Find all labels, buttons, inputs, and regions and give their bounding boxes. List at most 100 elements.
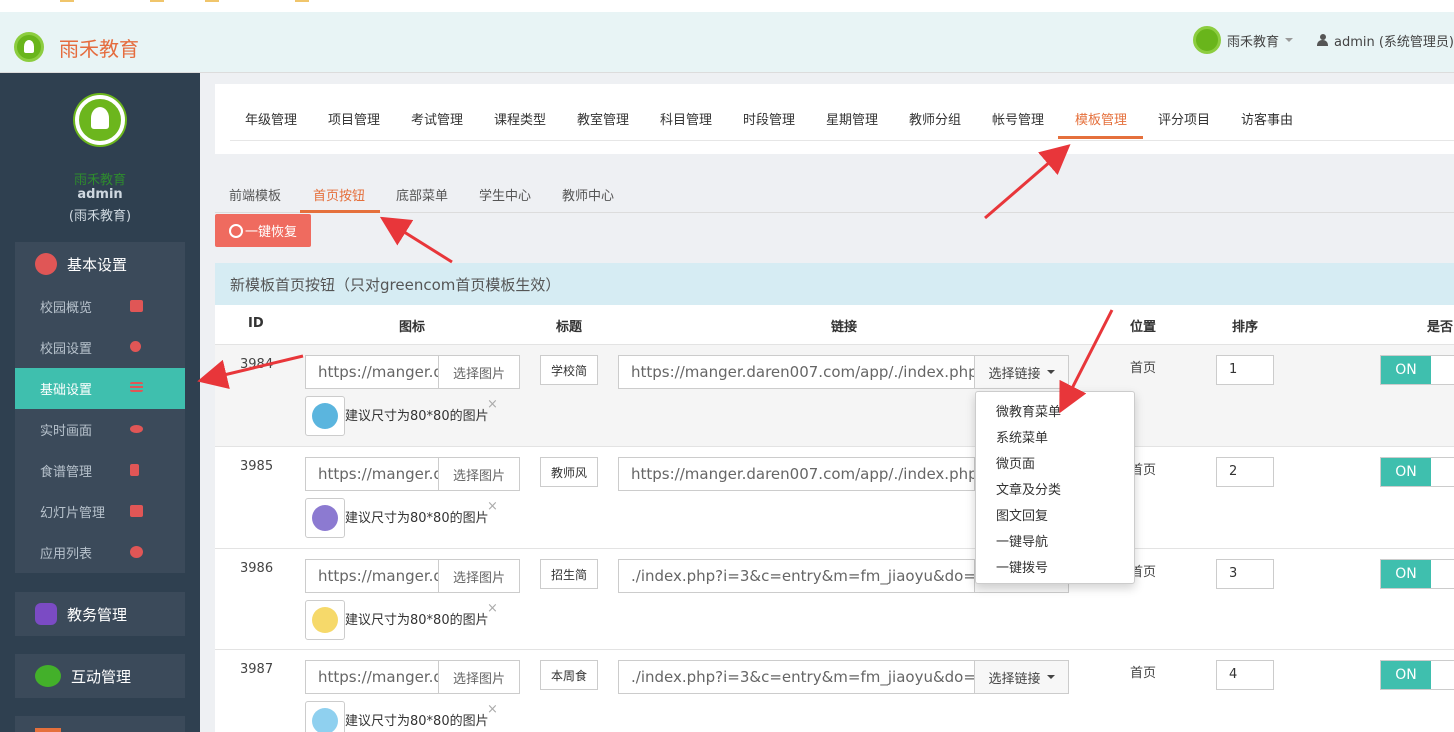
tab-student-center[interactable]: 学生中心 (479, 185, 531, 204)
col-title: 标题 (556, 320, 583, 335)
sidebar-group-label: 基本设置 (67, 255, 128, 274)
size-hint: 建议尺寸为80*80的图片 (345, 613, 489, 628)
school-icon (312, 403, 338, 429)
sidebar-item-live-view[interactable]: 实时画面 (15, 409, 185, 450)
dropdown-item-one-click-call[interactable]: 一键拨号 (976, 553, 1134, 579)
link-input[interactable]: https://manger.daren007.com/app/./index.… (618, 355, 976, 389)
sidebar-item-campus-overview[interactable]: 校园概览 (15, 286, 185, 327)
pick-image-button[interactable]: 选择图片 (438, 457, 520, 491)
sidebar-item-apps[interactable]: 应用列表 (15, 532, 185, 573)
title-input[interactable]: 学校简 (540, 355, 598, 385)
dropdown-item-articles[interactable]: 文章及分类 (976, 475, 1134, 501)
menu-project[interactable]: 项目管理 (328, 109, 380, 128)
menu-rating[interactable]: 评分项目 (1158, 109, 1210, 128)
menu-period[interactable]: 时段管理 (743, 109, 795, 128)
link-input[interactable]: ./index.php?i=3&c=entry&m=fm_jiaoyu&do=h… (618, 559, 976, 593)
table-row: 3984 https://manger.daren007.com 选择图片 建议… (215, 344, 1454, 446)
menu-teacher-group[interactable]: 教师分组 (909, 109, 961, 128)
sidebar-group-label: 教务管理 (67, 605, 128, 624)
icon-url-input[interactable]: https://manger.daren007.com (305, 559, 439, 593)
dropdown-item-rich-reply[interactable]: 图文回复 (976, 501, 1134, 527)
sidebar-item-label: 实时画面 (40, 424, 93, 439)
menu-subject[interactable]: 科目管理 (660, 109, 712, 128)
link-input[interactable]: https://manger.daren007.com/app/./index.… (618, 457, 976, 491)
sort-input[interactable]: 4 (1216, 660, 1274, 690)
sidebar-org-name: 雨禾教育 (73, 173, 126, 188)
sidebar-item-label: 基础设置 (40, 383, 93, 398)
tab-home-buttons[interactable]: 首页按钮 (313, 185, 365, 204)
tab-front-template[interactable]: 前端模板 (229, 185, 281, 204)
close-icon[interactable]: × (487, 499, 498, 514)
dropdown-item-system-menu[interactable]: 系统菜单 (976, 423, 1134, 449)
chevron-down-icon[interactable] (1284, 38, 1293, 42)
col-position: 位置 (1130, 320, 1157, 335)
menu-grade[interactable]: 年级管理 (245, 109, 297, 128)
menu-classroom[interactable]: 教室管理 (577, 109, 629, 128)
pick-image-button[interactable]: 选择图片 (438, 660, 520, 694)
app-logo[interactable]: 雨禾教育 (14, 32, 139, 62)
sidebar-group-interaction[interactable]: 互动管理 (15, 654, 185, 698)
subtab-divider (215, 212, 1454, 213)
menu-active-underline (1058, 136, 1143, 139)
tab-teacher-center[interactable]: 教师中心 (562, 185, 614, 204)
top-navbar: 雨禾教育 雨禾教育 admin (系统管理员) (0, 0, 1454, 73)
title-input[interactable]: 教师风 (540, 457, 598, 487)
link-input[interactable]: ./index.php?i=3&c=entry&m=fm_jiaoyu&do=k… (618, 660, 976, 694)
select-link-button[interactable]: 选择链接 (974, 660, 1069, 694)
row-id: 3985 (240, 459, 274, 474)
sidebar-group-academic[interactable]: 教务管理 (15, 592, 185, 636)
col-sort: 排序 (1232, 320, 1259, 335)
sort-input[interactable]: 1 (1216, 355, 1274, 385)
select-link-button[interactable]: 选择链接 (974, 355, 1069, 389)
close-icon[interactable]: × (487, 601, 498, 616)
menu-template[interactable]: 模板管理 (1075, 109, 1127, 128)
menu-visitor-reason[interactable]: 访客事由 (1241, 109, 1293, 128)
panel-title: 新模板首页按钮（只对greencom首页模板生效） (215, 263, 1454, 305)
account-avatar-icon[interactable] (1192, 26, 1221, 54)
menu-exam[interactable]: 考试管理 (411, 109, 463, 128)
title-input[interactable]: 本周食 (540, 660, 598, 690)
select-link-label: 选择链接 (988, 366, 1041, 382)
enabled-toggle[interactable]: ON (1380, 660, 1454, 690)
pick-image-button[interactable]: 选择图片 (438, 559, 520, 593)
sidebar-item-campus-settings[interactable]: 校园设置 (15, 327, 185, 368)
close-icon[interactable]: × (487, 397, 498, 412)
size-hint: 建议尺寸为80*80的图片 (345, 409, 489, 424)
sort-input[interactable]: 2 (1216, 457, 1274, 487)
menu-weekday[interactable]: 星期管理 (826, 109, 878, 128)
sidebar-group-head-basic[interactable]: 基本设置 (15, 242, 185, 286)
close-icon[interactable]: × (487, 702, 498, 717)
sidebar-group-next[interactable] (15, 716, 185, 732)
dropdown-item-micro-edu-menu[interactable]: 微教育菜单 (976, 397, 1134, 423)
enabled-toggle[interactable]: ON (1380, 355, 1454, 385)
account-switcher[interactable]: 雨禾教育 (1227, 31, 1279, 50)
sidebar-item-basic-settings[interactable]: 基础设置 (15, 368, 185, 409)
menu-account[interactable]: 帐号管理 (992, 109, 1044, 128)
tab-bottom-menu[interactable]: 底部菜单 (396, 185, 448, 204)
sort-input[interactable]: 3 (1216, 559, 1274, 589)
col-icon: 图标 (399, 320, 426, 335)
sidebar-org-sub: (雨禾教育) (68, 209, 132, 224)
enabled-toggle[interactable]: ON (1380, 559, 1454, 589)
arrow-to-home-buttons-tab (379, 216, 453, 264)
restore-button[interactable]: 一键恢复 (215, 214, 311, 247)
select-link-label: 选择链接 (988, 671, 1041, 687)
toggle-on-label: ON (1381, 560, 1431, 588)
icon-url-input[interactable]: https://manger.daren007.com (305, 457, 439, 491)
dropdown-item-one-click-nav[interactable]: 一键导航 (976, 527, 1134, 553)
icon-url-input[interactable]: https://manger.daren007.com (305, 355, 439, 389)
subtab-active-underline (300, 210, 380, 213)
title-input[interactable]: 招生简 (540, 559, 598, 589)
position-value: 首页 (1130, 666, 1157, 681)
pick-image-button[interactable]: 选择图片 (438, 355, 520, 389)
menu-card-icon (312, 708, 338, 732)
icon-url-input[interactable]: https://manger.daren007.com (305, 660, 439, 694)
sidebar-item-slides[interactable]: 幻灯片管理 (15, 491, 185, 532)
menu-course-type[interactable]: 课程类型 (494, 109, 546, 128)
dropdown-item-micro-page[interactable]: 微页面 (976, 449, 1134, 475)
user-menu[interactable]: admin (系统管理员) (1334, 31, 1454, 50)
table-row: 3985 https://manger.daren007.com 选择图片 建议… (215, 446, 1454, 548)
size-hint: 建议尺寸为80*80的图片 (345, 511, 489, 526)
enabled-toggle[interactable]: ON (1380, 457, 1454, 487)
sidebar-item-recipes[interactable]: 食谱管理 (15, 450, 185, 491)
